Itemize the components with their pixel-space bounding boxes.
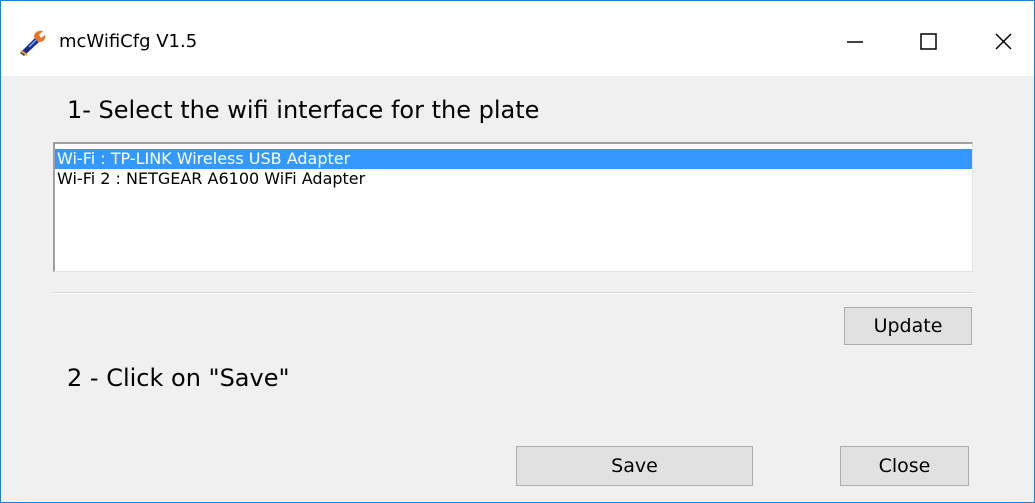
- title-bar[interactable]: mcWifiCfg V1.5: [1, 1, 1034, 76]
- list-item-wifi-1[interactable]: Wi-Fi : TP-LINK Wireless USB Adapter: [55, 149, 972, 169]
- update-button[interactable]: Update: [844, 307, 972, 345]
- list-item-wifi-2[interactable]: Wi-Fi 2 : NETGEAR A6100 WiFi Adapter: [55, 169, 972, 189]
- save-button[interactable]: Save: [516, 446, 753, 486]
- maximize-button[interactable]: [893, 1, 961, 76]
- close-icon: [995, 33, 1012, 50]
- wrench-app-icon[interactable]: [17, 29, 49, 57]
- minimize-icon: [847, 41, 863, 43]
- app-window: mcWifiCfg V1.5 1- Select the wifi interf…: [0, 0, 1035, 503]
- close-window-button[interactable]: [967, 1, 1035, 76]
- minimize-button[interactable]: [797, 1, 865, 76]
- close-button[interactable]: Close: [840, 446, 969, 486]
- maximize-icon: [920, 33, 937, 50]
- step2-heading: 2 - Click on "Save": [67, 364, 290, 392]
- step1-heading: 1- Select the wifi interface for the pla…: [67, 96, 540, 124]
- divider: [53, 292, 973, 294]
- wifi-interface-list[interactable]: Wi-Fi : TP-LINK Wireless USB Adapter Wi-…: [53, 142, 973, 272]
- window-title: mcWifiCfg V1.5: [59, 31, 198, 52]
